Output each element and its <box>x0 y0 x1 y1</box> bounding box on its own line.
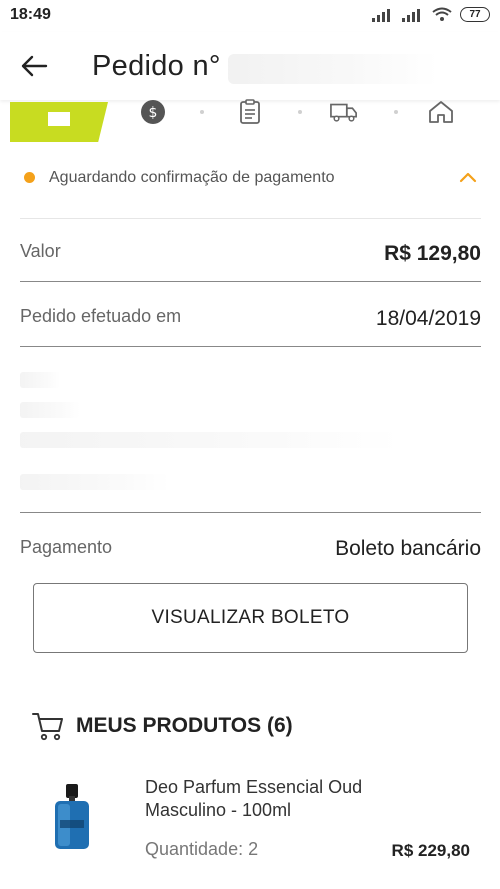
products-header: MEUS PRODUTOS (6) <box>32 708 293 744</box>
step-dot <box>394 110 398 114</box>
order-status-text: Aguardando confirmação de pagamento <box>49 169 335 186</box>
battery-icon: 77 <box>460 7 490 22</box>
status-time: 18:49 <box>10 6 51 23</box>
svg-text:$: $ <box>149 105 158 121</box>
product-quantity: Quantidade: 2 <box>145 839 259 859</box>
value-row: Valor R$ 129,80 <box>20 240 481 270</box>
order-status: Aguardando confirmação de pagamento <box>0 166 500 192</box>
app-header: Pedido n° <box>0 32 500 100</box>
chevron-up-icon[interactable] <box>458 170 478 184</box>
step-delivered <box>427 98 455 126</box>
document-icon <box>240 99 260 124</box>
redacted-order-number <box>228 54 438 84</box>
cart-icon <box>32 713 63 741</box>
payment-row: Pagamento Boleto bancário <box>20 536 481 566</box>
dollar-icon: $ <box>141 100 165 124</box>
step-shipping <box>330 98 358 126</box>
redacted-line <box>20 372 60 388</box>
product-name: Deo Parfum Essencial Oud Masculino - 100… <box>145 777 363 820</box>
order-date: 18/04/2019 <box>375 307 481 330</box>
redacted-line <box>20 474 170 490</box>
redacted-address <box>20 364 481 494</box>
status-icons: 77 <box>372 7 490 22</box>
product-price: R$ 229,80 <box>391 841 470 860</box>
step-payment: $ <box>139 98 167 126</box>
signal-icon-2 <box>402 8 420 22</box>
payment-method: Boleto bancário <box>335 537 481 560</box>
order-value: R$ 129,80 <box>384 242 481 265</box>
divider <box>20 218 481 219</box>
divider <box>20 512 481 513</box>
arrow-left-icon <box>21 55 48 77</box>
page-title: Pedido n° <box>92 50 221 82</box>
status-dot <box>24 172 35 183</box>
products-title: MEUS PRODUTOS (6) <box>76 714 293 737</box>
truck-icon <box>330 103 357 122</box>
status-bar: 18:49 77 <box>0 0 500 32</box>
date-label: Pedido efetuado em <box>20 306 182 326</box>
redacted-line <box>20 402 80 418</box>
product-item[interactable]: Deo Parfum Essencial Oud Masculino - 100… <box>0 770 500 880</box>
house-icon <box>429 101 453 123</box>
signal-icon <box>372 8 390 22</box>
date-row: Pedido efetuado em 18/04/2019 <box>20 305 481 335</box>
back-button[interactable] <box>14 48 54 84</box>
view-boleto-button[interactable]: VISUALIZAR BOLETO <box>33 583 468 653</box>
step-invoice <box>236 98 264 126</box>
view-boleto-label: VISUALIZAR BOLETO <box>151 607 350 628</box>
divider <box>20 281 481 282</box>
step-ordered <box>10 102 108 142</box>
perfume-bottle-image <box>55 784 89 849</box>
divider <box>20 346 481 347</box>
order-progress: $ <box>0 92 500 150</box>
wifi-icon <box>432 7 452 21</box>
step-dot <box>298 110 302 114</box>
step-dot <box>200 110 204 114</box>
value-label: Valor <box>20 241 61 261</box>
box-icon <box>48 112 70 126</box>
redacted-line <box>20 432 400 448</box>
payment-label: Pagamento <box>20 537 113 557</box>
